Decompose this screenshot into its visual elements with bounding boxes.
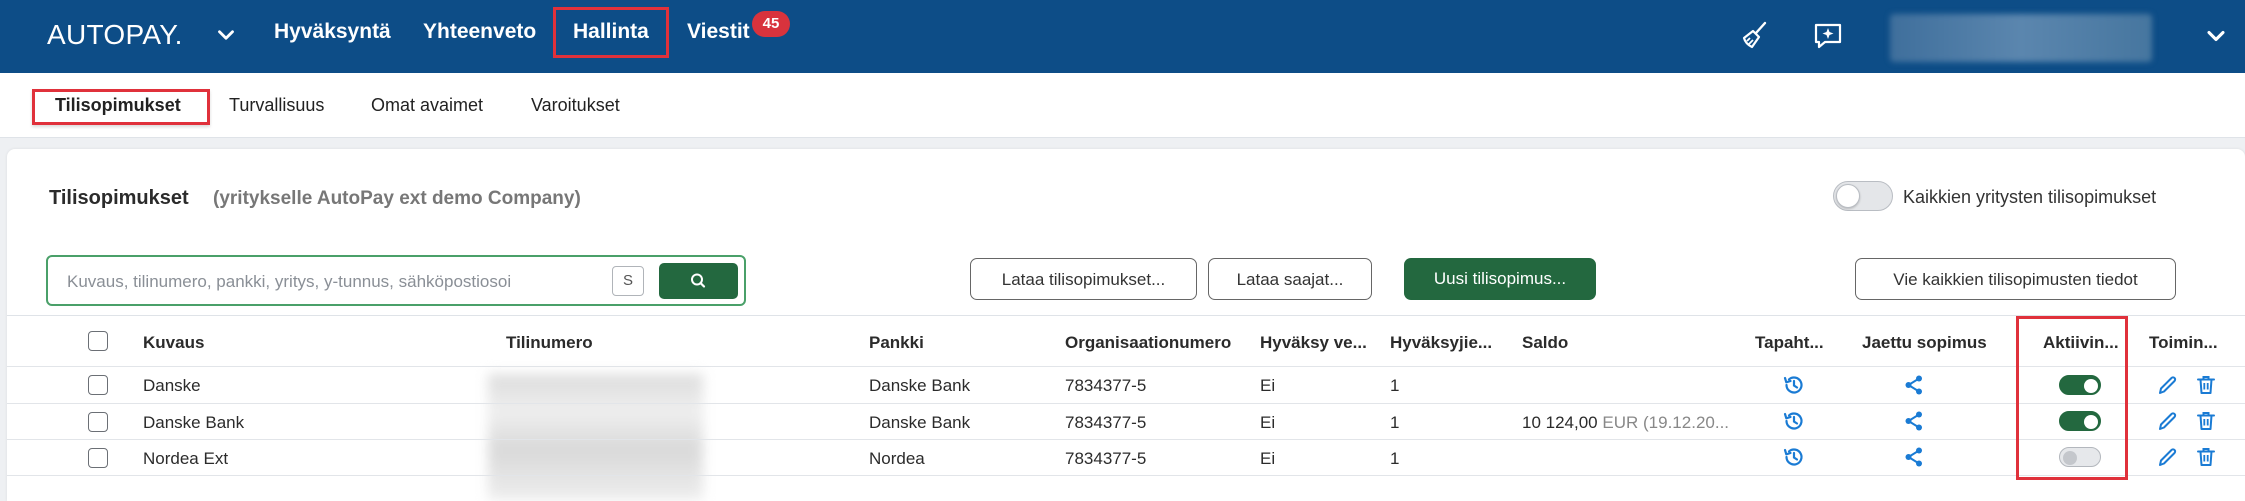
col-saldo[interactable]: Saldo: [1522, 333, 1568, 353]
col-tapahtumat[interactable]: Tapaht...: [1755, 333, 1824, 353]
cell-saldo: 10 124,00 EUR (19.12.20...: [1522, 413, 1729, 433]
search-box: S: [46, 255, 746, 306]
autopay-logo[interactable]: AUTOPAY.: [47, 19, 183, 51]
col-tilinumero[interactable]: Tilinumero: [506, 333, 593, 353]
row-divider: [7, 475, 2245, 476]
nav-yhteenveto[interactable]: Yhteenveto: [423, 20, 536, 44]
cell-org: 7834377-5: [1065, 449, 1147, 468]
row-checkbox[interactable]: [88, 448, 108, 468]
tab-turvallisuus[interactable]: Turvallisuus: [229, 95, 324, 116]
cell-hyvaksy: Ei: [1260, 376, 1276, 395]
cell-org: 7834377-5: [1065, 376, 1147, 395]
col-jaettu-sopimus[interactable]: Jaettu sopimus: [1862, 333, 1987, 353]
account-numbers-redacted: [488, 374, 703, 500]
cell-hyvaksyjia: 1: [1390, 376, 1400, 395]
saldo-amount: 10 124,00: [1522, 413, 1598, 432]
load-contracts-button[interactable]: Lataa tilisopimukset...: [970, 258, 1197, 300]
delete-icon[interactable]: [2194, 373, 2218, 397]
tab-varoitukset[interactable]: Varoitukset: [531, 95, 620, 116]
top-navbar: AUTOPAY. Hyväksyntä Yhteenveto Hallinta …: [0, 0, 2245, 73]
active-nav-highlight: [553, 7, 669, 58]
col-kuvaus[interactable]: Kuvaus: [143, 333, 204, 353]
share-icon[interactable]: [1902, 445, 1926, 469]
export-all-button[interactable]: Vie kaikkien tilisopimusten tiedot: [1855, 258, 2176, 300]
chevron-down-icon[interactable]: [213, 22, 239, 48]
all-companies-label: Kaikkien yritysten tilisopimukset: [1903, 187, 2157, 207]
cell-hyvaksy: Ei: [1260, 413, 1276, 432]
cell-pankki: Danske Bank: [869, 376, 971, 395]
search-input[interactable]: [67, 269, 627, 295]
history-icon[interactable]: [1782, 409, 1806, 433]
search-icon: [691, 273, 706, 288]
nav-viestit[interactable]: Viestit: [687, 20, 750, 44]
col-organisaationumero[interactable]: Organisaationumero: [1065, 333, 1231, 353]
load-payees-button[interactable]: Lataa saajat...: [1208, 258, 1372, 300]
search-shortcut-hint: S: [612, 266, 644, 296]
broom-icon[interactable]: [1738, 17, 1774, 53]
share-icon[interactable]: [1902, 409, 1926, 433]
saldo-date: (19.12.20...: [1643, 413, 1730, 432]
active-tab-highlight: [32, 89, 210, 125]
col-hyvaksy-ve[interactable]: Hyväksy ve...: [1260, 333, 1367, 353]
col-pankki[interactable]: Pankki: [869, 333, 924, 353]
page-subtitle: (yritykselle AutoPay ext demo Company): [213, 188, 581, 209]
search-button[interactable]: [659, 263, 738, 299]
toggle-knob: [1836, 184, 1860, 208]
table-top-border: [7, 315, 2245, 316]
chat-sparkle-icon[interactable]: [1810, 17, 1846, 53]
row-checkbox[interactable]: [88, 375, 108, 395]
cell-org: 7834377-5: [1065, 413, 1147, 432]
history-icon[interactable]: [1782, 373, 1806, 397]
row-checkbox[interactable]: [88, 412, 108, 432]
cell-hyvaksyjia: 1: [1390, 413, 1400, 432]
all-companies-toggle[interactable]: [1833, 181, 1893, 211]
cell-hyvaksyjia: 1: [1390, 449, 1400, 468]
header-divider: [7, 366, 2245, 367]
history-icon[interactable]: [1782, 445, 1806, 469]
chevron-down-icon[interactable]: [2202, 22, 2230, 50]
messages-count-badge: 45: [752, 11, 790, 37]
edit-icon[interactable]: [2156, 373, 2180, 397]
cell-pankki: Danske Bank: [869, 413, 971, 432]
row-divider: [7, 439, 2245, 440]
user-menu[interactable]: [1890, 14, 2152, 62]
nav-hyvaksynta[interactable]: Hyväksyntä: [274, 20, 391, 44]
col-toiminnot[interactable]: Toimin...: [2149, 333, 2218, 353]
saldo-currency: EUR: [1602, 413, 1639, 432]
select-all-checkbox[interactable]: [88, 331, 108, 351]
cell-kuvaus: Danske: [143, 376, 201, 395]
edit-icon[interactable]: [2156, 409, 2180, 433]
row-divider: [7, 403, 2245, 404]
cell-kuvaus: Nordea Ext: [143, 449, 229, 468]
delete-icon[interactable]: [2194, 409, 2218, 433]
active-column-highlight: [2016, 316, 2128, 480]
page-title: Tilisopimukset: [49, 187, 189, 209]
new-contract-button[interactable]: Uusi tilisopimus...: [1404, 258, 1596, 300]
cell-kuvaus: Danske Bank: [143, 413, 245, 432]
tab-omat-avaimet[interactable]: Omat avaimet: [371, 95, 483, 116]
col-hyvaksyjia[interactable]: Hyväksyjie...: [1390, 333, 1492, 353]
cell-hyvaksy: Ei: [1260, 449, 1276, 468]
sub-navbar: Tilisopimukset Turvallisuus Omat avaimet…: [0, 73, 2245, 138]
edit-icon[interactable]: [2156, 445, 2180, 469]
share-icon[interactable]: [1902, 373, 1926, 397]
delete-icon[interactable]: [2194, 445, 2218, 469]
cell-pankki: Nordea: [869, 449, 925, 468]
